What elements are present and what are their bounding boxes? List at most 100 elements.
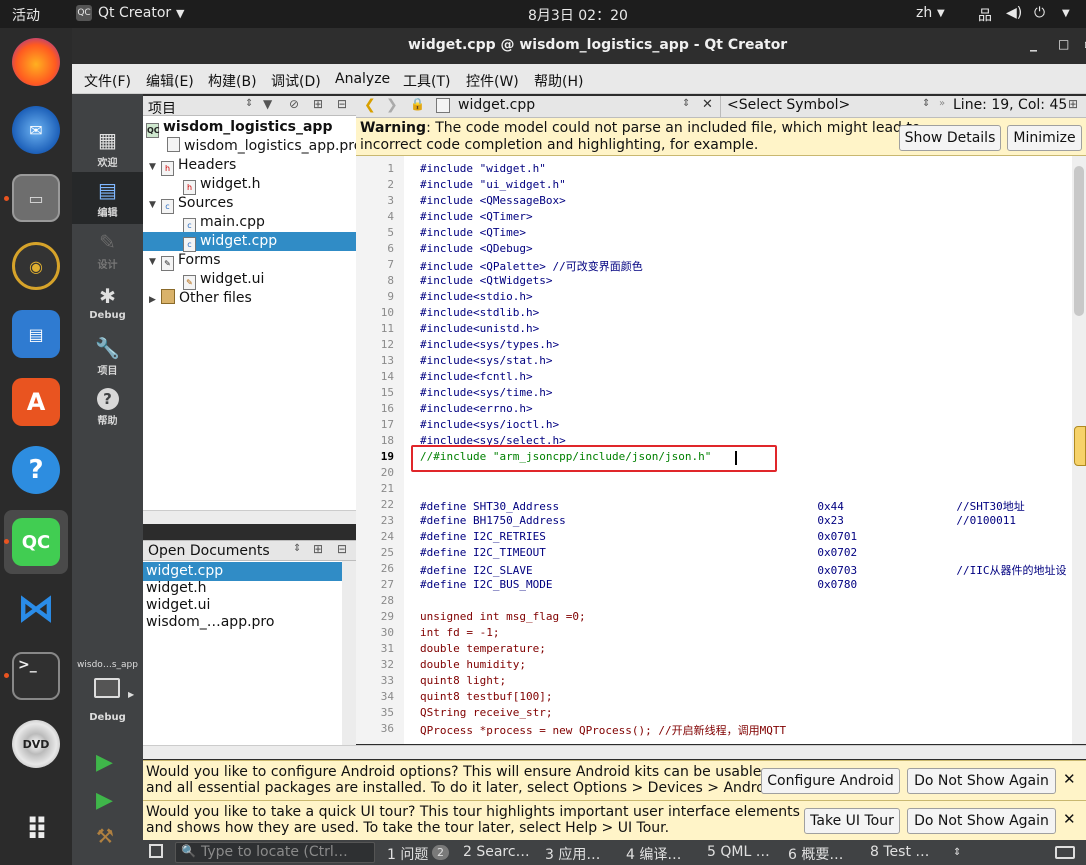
menu-edit[interactable]: 编辑(E) (146, 71, 194, 91)
minimize-window-icon[interactable]: _ (1030, 36, 1037, 52)
do-not-show-again-button[interactable]: Do Not Show Again (907, 808, 1056, 834)
close-document-icon[interactable]: ✕ (702, 97, 713, 112)
tree-pro-file[interactable]: wisdom_logistics_app.pro (167, 137, 362, 156)
close-notification-icon[interactable]: ✕ (1063, 770, 1076, 788)
mode-debug[interactable]: ✱ Debug (72, 278, 143, 330)
scrollbar-thumb[interactable] (1074, 166, 1084, 316)
tree-widget-cpp[interactable]: c widget.cpp (143, 232, 356, 252)
menu-widgets[interactable]: 控件(W) (466, 71, 519, 91)
menu-tools[interactable]: 工具(T) (403, 71, 450, 91)
mode-projects[interactable]: 🔧 项目 (72, 330, 143, 382)
tab-issues[interactable]: 1 问题 (387, 844, 428, 864)
tree-project-root[interactable]: QC wisdom_logistics_app (146, 118, 332, 138)
close-pane-icon[interactable]: ⊟ (337, 97, 347, 111)
tab-app-output[interactable]: 3 应用… (545, 844, 600, 864)
editor-hscrollbar[interactable] (143, 745, 1086, 759)
kit-selector-name[interactable]: wisdo…s_app (72, 660, 143, 670)
pane-select-arrow-icon[interactable]: ⇕ (293, 543, 301, 554)
vscode-icon[interactable]: ⋈ (12, 584, 60, 632)
tree-hscrollbar[interactable] (143, 510, 356, 524)
tree-main-cpp[interactable]: c main.cpp (183, 213, 265, 233)
tab-compile-output[interactable]: 4 编译… (626, 844, 681, 864)
close-notification-icon[interactable]: ✕ (1063, 810, 1076, 828)
show-apps-icon[interactable]: ⠿ (12, 806, 60, 854)
menu-build[interactable]: 构建(B) (208, 71, 257, 91)
network-icon[interactable]: 品 (978, 5, 992, 25)
line-number: 14 (380, 370, 394, 383)
tree-widget-h[interactable]: h widget.h (183, 175, 261, 195)
monitor-icon[interactable] (94, 678, 120, 698)
tree-widget-ui[interactable]: ✎ widget.ui (183, 270, 264, 290)
link-icon[interactable]: ⊘ (289, 97, 299, 111)
back-arrow-icon[interactable]: ❮ (364, 97, 376, 113)
mode-welcome[interactable]: ▦ 欢迎 (72, 122, 143, 174)
pane-select-arrow-icon[interactable]: ⇕ (245, 98, 253, 109)
file-combo-arrow-icon[interactable]: ⇕ (682, 98, 690, 109)
minimize-warning-button[interactable]: Minimize (1007, 125, 1082, 151)
line-number: 17 (380, 418, 394, 431)
mode-help[interactable]: ? 帮助 (72, 382, 143, 434)
menu-debug[interactable]: 调试(D) (271, 71, 321, 91)
power-icon[interactable]: ⏻ (1034, 5, 1045, 21)
tree-other-files[interactable]: ▶ Other files (149, 289, 252, 308)
qtcreator-icon[interactable]: QC (12, 518, 60, 566)
maximize-window-icon[interactable]: □ (1058, 37, 1069, 51)
firefox-icon[interactable] (12, 38, 60, 86)
kit-expand-icon[interactable]: ▶ (128, 690, 134, 699)
terminal-icon[interactable]: >_ (12, 652, 60, 700)
do-not-show-again-button[interactable]: Do Not Show Again (907, 768, 1056, 794)
volume-icon[interactable]: ◀) (1006, 5, 1022, 21)
debug-run-icon[interactable]: ▶ (96, 788, 113, 813)
close-pane-icon[interactable]: ⊟ (337, 542, 347, 556)
project-pane-title[interactable]: 项目 (148, 98, 176, 118)
take-ui-tour-button[interactable]: Take UI Tour (804, 808, 900, 834)
split-icon[interactable]: ⊞ (1068, 97, 1078, 111)
symbol-combo-arrow-icon[interactable]: ⇕ (922, 98, 930, 109)
more-tabs-icon[interactable]: ⇕ (953, 847, 961, 858)
tab-search[interactable]: 2 Searc… (463, 844, 530, 860)
tab-test-results[interactable]: 8 Test … (870, 844, 929, 860)
tree-headers[interactable]: ▼ h Headers (149, 156, 236, 176)
open-doc-item[interactable]: wisdom_…app.pro (146, 613, 274, 632)
menu-file[interactable]: 文件(F) (84, 71, 131, 91)
system-menu-arrow-icon[interactable]: ▼ (1062, 8, 1070, 19)
side-tab-icon[interactable] (1074, 426, 1086, 466)
dvd-icon[interactable]: DVD (12, 720, 60, 768)
menu-help[interactable]: 帮助(H) (534, 71, 583, 91)
progress-details-icon[interactable] (1055, 846, 1075, 859)
code-line: #include<stdio.h> (420, 290, 533, 303)
grid-icon: ▦ (98, 128, 117, 152)
line-number: 32 (380, 658, 394, 671)
mode-edit[interactable]: ▤ 编辑 (72, 172, 143, 224)
thunderbird-icon[interactable]: ✉ (12, 106, 60, 154)
writer-icon[interactable]: ▤ (12, 310, 60, 358)
menu-analyze[interactable]: Analyze (335, 71, 390, 87)
run-icon[interactable]: ▶ (96, 750, 113, 775)
tab-general-messages[interactable]: 6 概要… (788, 844, 843, 864)
app-menu[interactable]: Qt Creator (98, 5, 171, 21)
tree-sources[interactable]: ▼ c Sources (149, 194, 233, 214)
cursor-position[interactable]: Line: 19, Col: 45 (953, 97, 1067, 113)
files-icon[interactable]: ▭ (12, 174, 60, 222)
tree-forms[interactable]: ▼ ✎ Forms (149, 251, 221, 271)
app-menu-arrow-icon[interactable]: ▼ (176, 7, 184, 20)
split-icon[interactable]: ⊞ (313, 542, 323, 556)
symbol-combo[interactable]: <Select Symbol> (727, 97, 850, 113)
activities-button[interactable]: 活动 (12, 5, 40, 25)
show-details-button[interactable]: Show Details (899, 125, 1001, 151)
toggle-sidebar-icon[interactable] (149, 844, 163, 858)
tab-qml-debugger[interactable]: 5 QML … (707, 844, 770, 860)
clock[interactable]: 8月3日 02：20 (528, 5, 628, 25)
current-file-combo[interactable]: widget.cpp (458, 97, 535, 113)
open-documents-title[interactable]: Open Documents (148, 543, 270, 559)
mode-design[interactable]: ✎ 设计 (72, 224, 143, 276)
software-center-icon[interactable]: A (12, 378, 60, 426)
build-hammer-icon[interactable]: ⚒ (96, 824, 114, 848)
help-icon[interactable]: ? (12, 446, 60, 494)
forward-arrow-icon[interactable]: ❯ (386, 97, 398, 113)
configure-android-button[interactable]: Configure Android (761, 768, 900, 794)
split-icon[interactable]: ⊞ (313, 97, 323, 111)
filter-icon[interactable]: ▼ (263, 97, 272, 111)
rhythmbox-icon[interactable]: ◉ (12, 242, 60, 290)
input-method[interactable]: zh (916, 5, 932, 21)
